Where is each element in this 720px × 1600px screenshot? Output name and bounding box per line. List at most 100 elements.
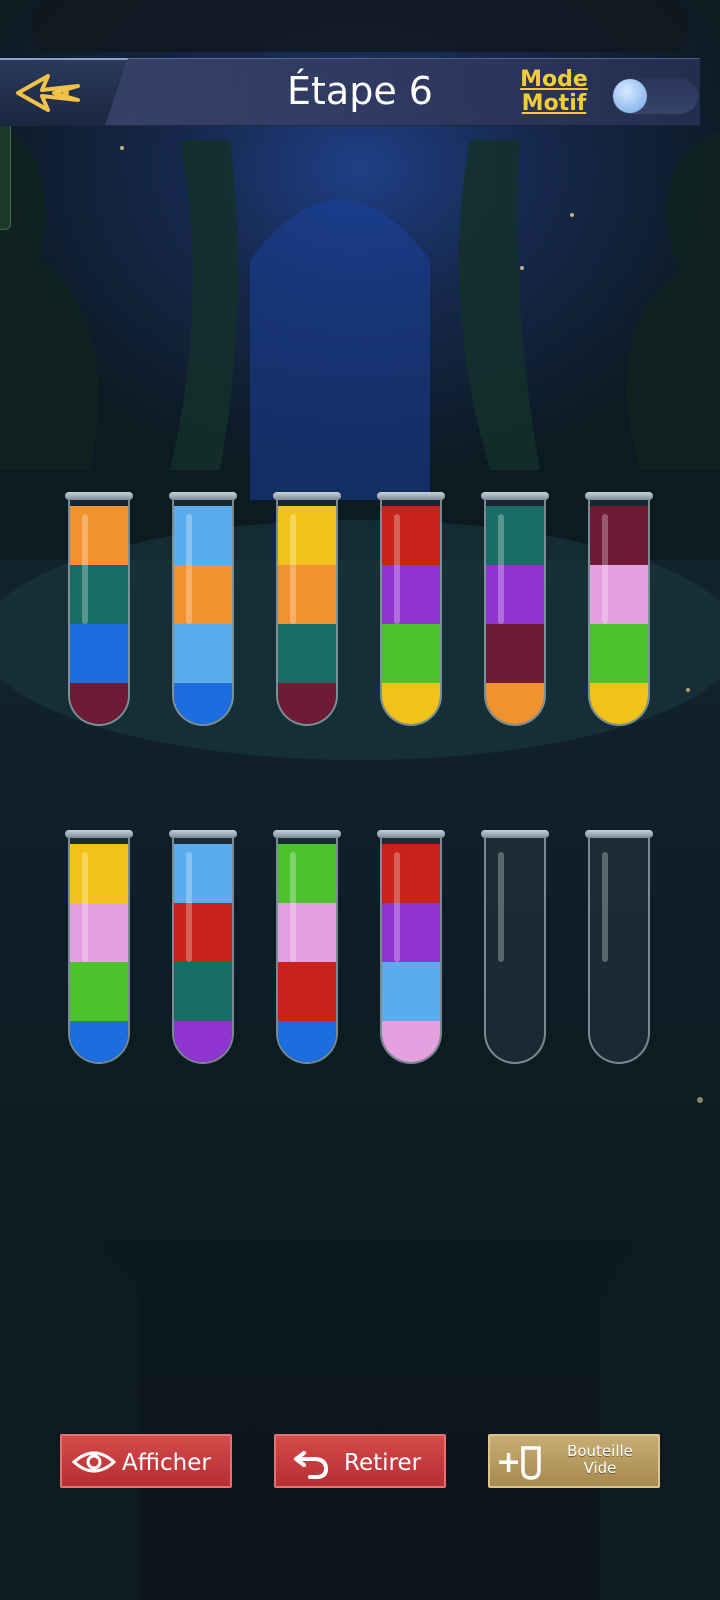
show-button[interactable]: Afficher bbox=[60, 1434, 232, 1488]
back-arrow-icon bbox=[16, 74, 80, 112]
undo-arrow-icon bbox=[294, 1451, 329, 1479]
liquid-blue bbox=[174, 683, 232, 724]
liquid-purple bbox=[382, 565, 440, 624]
mode-label-line1: Mode bbox=[520, 67, 588, 92]
tube-rim bbox=[585, 830, 653, 838]
glass-highlight bbox=[602, 514, 608, 624]
tube-10[interactable] bbox=[377, 830, 445, 1064]
liquid-blue bbox=[278, 1021, 336, 1062]
tube-glass bbox=[68, 836, 130, 1064]
tube-rim bbox=[273, 492, 341, 500]
glass-highlight bbox=[394, 852, 400, 962]
liquid-lightblue bbox=[382, 962, 440, 1021]
tube-glass bbox=[380, 498, 442, 726]
liquid-pink bbox=[590, 565, 648, 624]
tube-glass bbox=[484, 498, 546, 726]
liquid-red bbox=[278, 962, 336, 1021]
tube-rim bbox=[65, 492, 133, 500]
empty-bottle-label-line1: Bouteille bbox=[567, 1442, 633, 1460]
empty-tube-12[interactable] bbox=[585, 830, 653, 1064]
liquid-purple bbox=[486, 565, 544, 624]
liquid-pink bbox=[278, 903, 336, 962]
liquid-lightblue bbox=[174, 506, 232, 565]
tube-glass bbox=[588, 498, 650, 726]
bottle-icon bbox=[521, 1446, 541, 1480]
tube-glass bbox=[172, 836, 234, 1064]
glass-highlight bbox=[290, 852, 296, 962]
glass-highlight bbox=[602, 852, 608, 962]
liquid-lightblue bbox=[174, 624, 232, 683]
liquid-maroon bbox=[70, 683, 128, 724]
liquid-green bbox=[590, 624, 648, 683]
liquid-yellow bbox=[70, 844, 128, 903]
tube-1[interactable] bbox=[65, 492, 133, 726]
glass-highlight bbox=[290, 514, 296, 624]
glass-highlight bbox=[498, 852, 504, 962]
liquid-green bbox=[278, 844, 336, 903]
tube-rim bbox=[65, 830, 133, 838]
liquid-teal bbox=[174, 962, 232, 1021]
undo-button[interactable]: Retirer bbox=[274, 1434, 446, 1488]
tube-glass bbox=[588, 836, 650, 1064]
tube-4[interactable] bbox=[377, 492, 445, 726]
glass-highlight bbox=[82, 852, 88, 962]
tube-6[interactable] bbox=[585, 492, 653, 726]
liquid-lightblue bbox=[174, 844, 232, 903]
liquid-orange bbox=[278, 565, 336, 624]
liquid-orange bbox=[70, 506, 128, 565]
tube-glass bbox=[380, 836, 442, 1064]
liquid-teal bbox=[278, 624, 336, 683]
glass-highlight bbox=[82, 514, 88, 624]
liquid-orange bbox=[174, 565, 232, 624]
liquid-pink bbox=[70, 903, 128, 962]
tube-glass bbox=[68, 498, 130, 726]
liquid-yellow bbox=[382, 683, 440, 724]
tube-rim bbox=[169, 492, 237, 500]
liquid-red bbox=[174, 903, 232, 962]
tube-rim bbox=[377, 830, 445, 838]
glass-highlight bbox=[186, 514, 192, 624]
liquid-orange bbox=[486, 683, 544, 724]
empty-tube-11[interactable] bbox=[481, 830, 549, 1064]
liquid-red bbox=[382, 506, 440, 565]
show-button-label: Afficher bbox=[122, 1450, 211, 1476]
liquid-purple bbox=[174, 1021, 232, 1062]
liquid-maroon bbox=[278, 683, 336, 724]
pattern-mode-link[interactable]: Mode Motif bbox=[517, 68, 591, 116]
tube-rim bbox=[273, 830, 341, 838]
tube-7[interactable] bbox=[65, 830, 133, 1064]
tube-2[interactable] bbox=[169, 492, 237, 726]
glass-highlight bbox=[186, 852, 192, 962]
liquid-teal bbox=[486, 506, 544, 565]
tube-8[interactable] bbox=[169, 830, 237, 1064]
tube-3[interactable] bbox=[273, 492, 341, 726]
eye-icon bbox=[72, 1451, 116, 1473]
plus-icon: + bbox=[496, 1445, 522, 1480]
liquid-green bbox=[382, 624, 440, 683]
tube-9[interactable] bbox=[273, 830, 341, 1064]
tube-rim bbox=[481, 830, 549, 838]
toggle-knob[interactable] bbox=[613, 79, 647, 113]
tube-5[interactable] bbox=[481, 492, 549, 726]
liquid-purple bbox=[382, 903, 440, 962]
liquid-yellow bbox=[590, 683, 648, 724]
undo-button-label: Retirer bbox=[344, 1450, 422, 1476]
liquid-yellow bbox=[278, 506, 336, 565]
liquid-maroon bbox=[486, 624, 544, 683]
empty-bottle-label-line2: Vide bbox=[583, 1459, 617, 1477]
liquid-green bbox=[70, 962, 128, 1021]
tube-glass bbox=[276, 836, 338, 1064]
tube-rim bbox=[585, 492, 653, 500]
empty-bottle-button[interactable]: + Bouteille Vide bbox=[488, 1434, 660, 1488]
level-title: Étape 6 bbox=[287, 69, 433, 113]
tube-glass bbox=[172, 498, 234, 726]
tube-rim bbox=[169, 830, 237, 838]
tube-glass bbox=[484, 836, 546, 1064]
liquid-maroon bbox=[590, 506, 648, 565]
liquid-blue bbox=[70, 1021, 128, 1062]
liquid-red bbox=[382, 844, 440, 903]
liquid-blue bbox=[70, 624, 128, 683]
mode-label-line2: Motif bbox=[521, 91, 587, 116]
liquid-teal bbox=[70, 565, 128, 624]
liquid-pink bbox=[382, 1021, 440, 1062]
